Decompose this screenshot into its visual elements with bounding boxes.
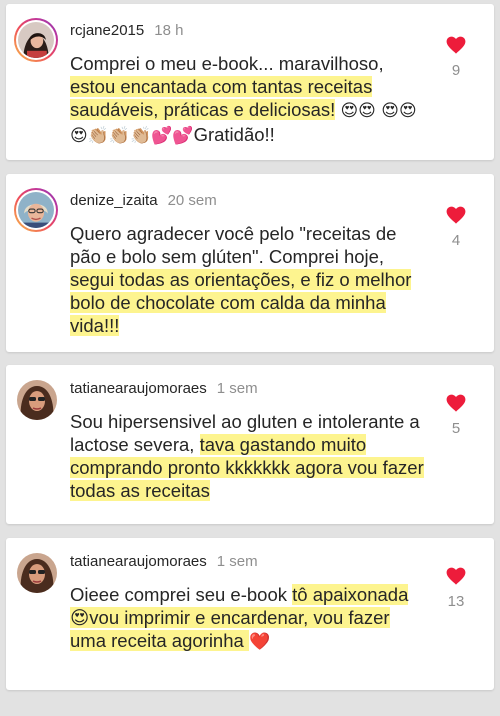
comment-text: Oieee comprei seu e-book tô apaixonada 😍… [70, 583, 426, 654]
avatar-photo [18, 192, 54, 228]
avatar[interactable] [17, 380, 57, 420]
comment-text-plain: Quero agradecer você pelo "receitas de p… [70, 223, 397, 267]
timestamp[interactable]: 18 h [154, 22, 183, 39]
like-count: 5 [451, 420, 461, 437]
timestamp[interactable]: 1 sem [217, 380, 258, 397]
like-count: 4 [451, 232, 461, 249]
comment-header: rcjane2015 18 h [70, 22, 183, 39]
avatar[interactable] [17, 553, 57, 593]
comment-text-highlight: segui todas as orientações, e fiz o melh… [70, 269, 412, 336]
avatar-photo [18, 22, 54, 58]
comment-text: Quero agradecer você pelo "receitas de p… [70, 222, 426, 337]
like-control: 4 [444, 206, 468, 249]
comment-card: tatianearaujomoraes 1 sem Oieee comprei s… [6, 538, 494, 690]
like-count: 13 [447, 593, 465, 610]
timestamp[interactable]: 20 sem [168, 192, 217, 209]
comment-header: tatianearaujomoraes 1 sem [70, 380, 258, 397]
timestamp[interactable]: 1 sem [217, 553, 258, 570]
heart-icon[interactable] [446, 36, 466, 54]
heart-icon[interactable] [446, 394, 466, 412]
red-heart-emoji: ❤️ [248, 632, 271, 652]
comment-header: tatianearaujomoraes 1 sem [70, 553, 258, 570]
comment-card: tatianearaujomoraes 1 sem Sou hipersensiv… [6, 365, 494, 524]
username[interactable]: rcjane2015 [70, 22, 144, 39]
avatar[interactable] [14, 18, 58, 62]
username[interactable]: denize_izaita [70, 192, 158, 209]
comment-text-plain: Comprei o meu e-book... maravilhoso, [70, 53, 384, 74]
username[interactable]: tatianearaujomoraes [70, 553, 207, 570]
comment-feed: rcjane2015 18 h Comprei o meu e-book... m… [0, 0, 500, 716]
username[interactable]: tatianearaujomoraes [70, 380, 207, 397]
like-control: 5 [444, 394, 468, 437]
heart-icon[interactable] [446, 206, 466, 224]
comment-text-plain: Oieee comprei seu e-book [70, 584, 293, 605]
comment-text-tail: Gratidão!! [193, 124, 275, 145]
comment-card: rcjane2015 18 h Comprei o meu e-book... m… [6, 4, 494, 160]
comment-card: denize_izaita 20 sem Quero agradecer você… [6, 174, 494, 352]
like-count: 9 [451, 62, 461, 79]
avatar[interactable] [14, 188, 58, 232]
comment-text: Comprei o meu e-book... maravilhoso, est… [70, 52, 426, 148]
avatar-photo [17, 380, 57, 420]
avatar-photo [17, 553, 57, 593]
comment-text: Sou hipersensivel ao gluten e intolerant… [70, 410, 426, 502]
heart-icon[interactable] [446, 567, 466, 585]
comment-header: denize_izaita 20 sem [70, 192, 217, 209]
comment-text-highlight: estou encantada com tantas receitas saud… [70, 76, 373, 120]
like-control: 13 [444, 567, 468, 610]
like-control: 9 [444, 36, 468, 79]
